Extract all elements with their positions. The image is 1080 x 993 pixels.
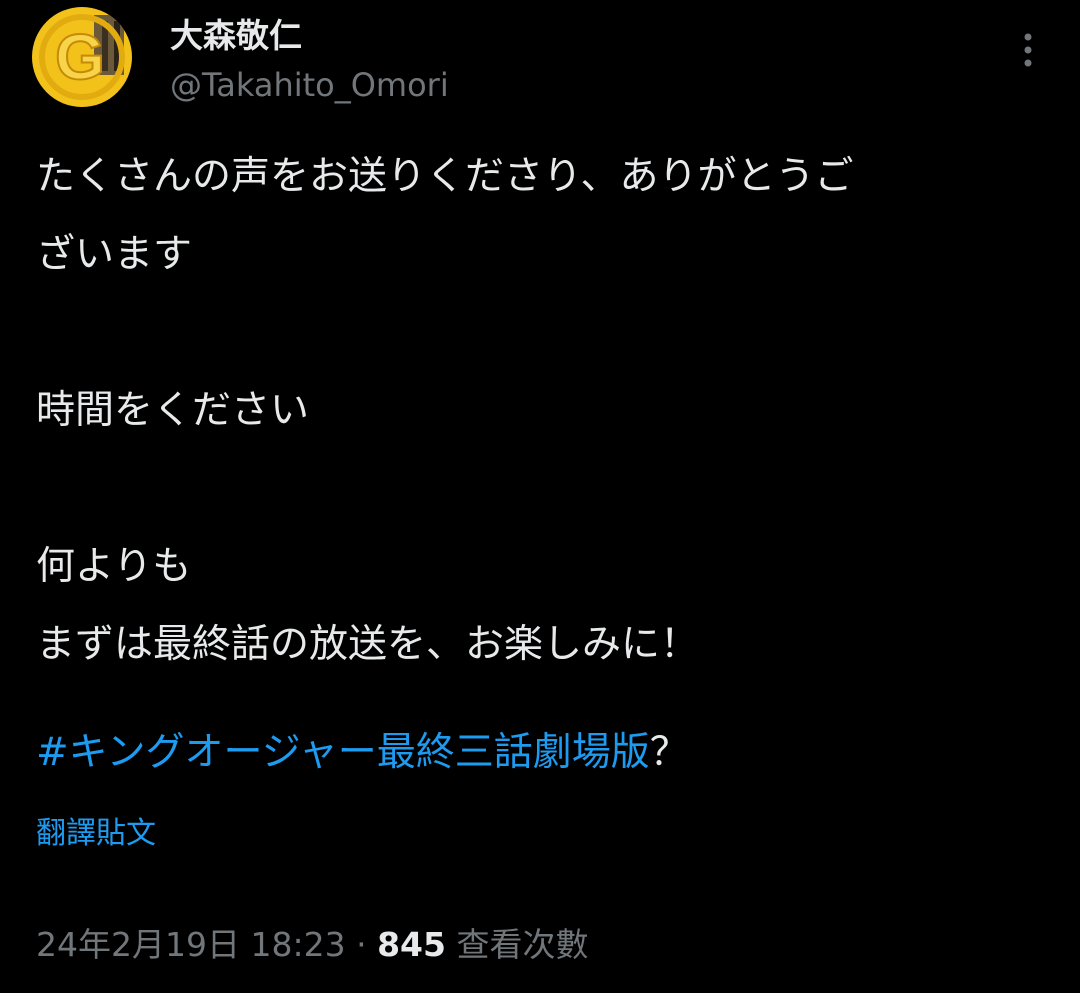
views-label: 查看次數 — [456, 925, 589, 964]
tweet-line: ざいます — [36, 232, 193, 277]
meta-separator: · — [356, 925, 367, 964]
author-display-name[interactable]: 大森敬仁 — [170, 14, 302, 58]
tweet-line: たくさんの声をお送りくださり、ありがとうご — [36, 154, 854, 199]
tweet-text: たくさんの声をお送りくださり、ありがとうご ざいます 時間をください 何よりも … — [36, 138, 1046, 684]
hashtag-link[interactable]: #キングオージャー最終三話劇場版 — [36, 730, 650, 775]
tweet-line: まずは最終話の放送を、お楽しみに！ — [36, 622, 700, 667]
hashtag-suffix: ？ — [649, 730, 689, 775]
hashtag-line: #キングオージャー最終三話劇場版？ — [36, 714, 689, 792]
tweet-meta: 24年2月19日 18:23 · 845 查看次數 — [36, 920, 588, 970]
avatar-image: G — [32, 7, 132, 107]
avatar[interactable]: G — [32, 7, 132, 107]
author-handle[interactable]: @Takahito_Omori — [170, 64, 449, 106]
tweet-line: 何よりも — [36, 544, 192, 589]
more-vertical-icon — [1024, 33, 1032, 67]
avatar-letter: G — [55, 21, 105, 93]
views-count: 845 — [377, 925, 446, 964]
translate-post-link[interactable]: 翻譯貼文 — [36, 812, 156, 856]
tweet-line: 時間をください — [36, 388, 310, 433]
more-options-button[interactable] — [1004, 24, 1052, 76]
timestamp[interactable]: 24年2月19日 18:23 — [36, 925, 346, 964]
